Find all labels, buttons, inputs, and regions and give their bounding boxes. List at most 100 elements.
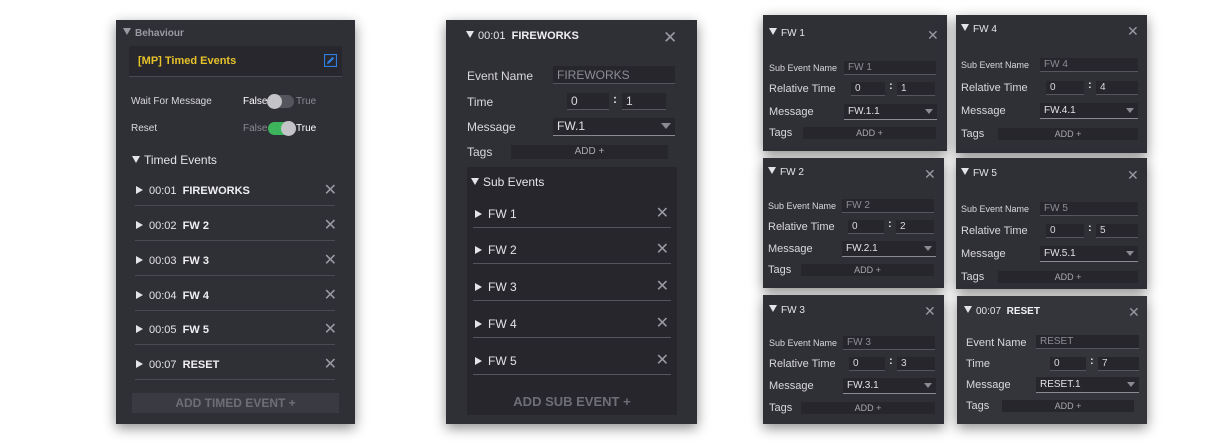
- edit-icon[interactable]: [323, 53, 338, 68]
- minutes-field[interactable]: 0: [1050, 357, 1086, 371]
- remove-icon[interactable]: ✕: [324, 253, 337, 269]
- remove-icon[interactable]: ✕: [656, 279, 669, 295]
- minutes-field[interactable]: 0: [851, 82, 885, 96]
- row-divider: [135, 205, 335, 206]
- remove-icon[interactable]: ✕: [656, 353, 669, 369]
- remove-icon[interactable]: ✕: [656, 206, 669, 222]
- add-timed-event-button[interactable]: ADD TIMED EVENT +: [132, 393, 339, 413]
- add-tag-button[interactable]: ADD +: [803, 127, 936, 139]
- seconds-field[interactable]: 4: [1096, 81, 1138, 95]
- remove-icon[interactable]: ✕: [324, 183, 337, 199]
- fireworks-panel: 00:01 FIREWORKS ✕ Event Name FIREWORKS T…: [446, 20, 697, 424]
- remove-icon[interactable]: ✕: [324, 357, 337, 373]
- expand-arrow-icon: [136, 325, 143, 333]
- close-icon[interactable]: ✕: [1127, 167, 1139, 183]
- panel-header[interactable]: FW 4: [961, 24, 997, 35]
- timed-event-row[interactable]: 00:04 FW 4 ✕: [129, 285, 342, 309]
- close-icon[interactable]: ✕: [924, 166, 936, 182]
- reset-toggle-knob: [281, 121, 296, 136]
- close-icon[interactable]: ✕: [1128, 304, 1140, 320]
- sub-event-name-label: Sub Event Name: [961, 60, 1030, 70]
- add-sub-event-button[interactable]: ADD SUB EVENT +: [477, 393, 667, 411]
- add-tag-button[interactable]: ADD +: [1002, 400, 1134, 412]
- sub-event-name-field[interactable]: FW 4: [1040, 58, 1138, 72]
- timed-event-row[interactable]: 00:01 FIREWORKS ✕: [129, 180, 342, 204]
- seconds-field[interactable]: 7: [1098, 357, 1139, 371]
- message-dropdown[interactable]: FW.1: [553, 118, 675, 136]
- event-name-field[interactable]: RESET: [1036, 335, 1139, 349]
- remove-icon[interactable]: ✕: [324, 322, 337, 338]
- event-name: FW 2: [182, 220, 209, 232]
- message-dropdown[interactable]: RESET.1: [1036, 377, 1139, 393]
- sub-event-row[interactable]: FW 2 ✕: [473, 241, 671, 261]
- remove-icon[interactable]: ✕: [324, 288, 337, 304]
- remove-icon[interactable]: ✕: [656, 316, 669, 332]
- reset-event-panel: 00:07 RESET ✕ Event Name RESET Time 0 : …: [957, 296, 1147, 424]
- message-dropdown[interactable]: FW.2.1: [842, 241, 936, 257]
- sub-event-name-field[interactable]: FW 5: [1040, 202, 1138, 216]
- panel-header[interactable]: FW 3: [769, 305, 805, 316]
- remove-icon[interactable]: ✕: [656, 242, 669, 258]
- sub-event-name-field[interactable]: FW 1: [844, 61, 936, 75]
- seconds-field[interactable]: 2: [896, 220, 934, 234]
- message-label: Message: [961, 248, 1006, 260]
- event-time: 00:04: [149, 290, 177, 302]
- sub-event-row[interactable]: FW 3 ✕: [473, 278, 671, 298]
- row-divider: [135, 310, 335, 311]
- sub-event-name-field[interactable]: FW 3: [843, 336, 935, 350]
- timed-event-label: 00:07 RESET: [136, 359, 219, 371]
- add-tag-button[interactable]: ADD +: [801, 264, 934, 276]
- sub-events-header[interactable]: Sub Events: [471, 175, 544, 189]
- panel-header[interactable]: FW 2: [768, 167, 804, 178]
- seconds-field[interactable]: 1: [897, 82, 935, 96]
- close-icon[interactable]: ✕: [927, 27, 939, 43]
- sub-event-name-label: Sub Event Name: [768, 201, 837, 211]
- sub-event-label: FW 3: [475, 280, 517, 294]
- row-divider: [473, 374, 671, 375]
- reset-true-label: True: [296, 123, 317, 134]
- timed-event-row[interactable]: 00:05 FW 5 ✕: [129, 319, 342, 343]
- reset-false-label: False: [243, 123, 268, 134]
- minutes-field[interactable]: 0: [849, 357, 885, 371]
- message-dropdown[interactable]: FW.5.1: [1040, 246, 1138, 262]
- behaviour-header[interactable]: Behaviour: [123, 28, 184, 39]
- remove-icon[interactable]: ✕: [324, 218, 337, 234]
- event-name-field[interactable]: FIREWORKS: [553, 66, 675, 84]
- message-dropdown[interactable]: FW.1.1: [844, 104, 937, 120]
- panel-header[interactable]: FW 1: [769, 28, 805, 39]
- minutes-field[interactable]: 0: [848, 220, 884, 234]
- timed-event-row[interactable]: 00:03 FW 3 ✕: [129, 250, 342, 274]
- time-minutes-field[interactable]: 0: [567, 93, 609, 110]
- seconds-field[interactable]: 5: [1096, 224, 1138, 238]
- sub-event-row[interactable]: FW 4 ✕: [473, 315, 671, 335]
- close-icon[interactable]: ✕: [663, 29, 677, 46]
- time-seconds-field[interactable]: 1: [622, 93, 666, 110]
- timed-event-row[interactable]: 00:02 FW 2 ✕: [129, 215, 342, 239]
- fireworks-header[interactable]: 00:01 FIREWORKS: [466, 30, 579, 42]
- seconds-field[interactable]: 3: [897, 357, 935, 371]
- message-dropdown[interactable]: FW.3.1: [843, 378, 936, 394]
- panel-header[interactable]: 00:07 RESET: [964, 306, 1040, 317]
- sub-event-panel-fw3: FW 3 ✕ Sub Event Name FW 3 Relative Time…: [763, 295, 944, 424]
- add-tag-button[interactable]: ADD +: [511, 145, 668, 159]
- sub-event-row[interactable]: FW 1 ✕: [473, 205, 671, 225]
- message-dropdown[interactable]: FW.4.1: [1040, 103, 1138, 119]
- timed-event-row[interactable]: 00:07 RESET ✕: [129, 354, 342, 378]
- panel-title: FW 5: [973, 168, 997, 179]
- sub-event-row[interactable]: FW 5 ✕: [473, 352, 671, 372]
- sub-event-panel-fw1: FW 1 ✕ Sub Event Name FW 1 Relative Time…: [763, 15, 947, 151]
- close-icon[interactable]: ✕: [1127, 23, 1139, 39]
- time-label: Time: [966, 358, 991, 370]
- sub-event-name-field[interactable]: FW 2: [842, 199, 934, 213]
- close-icon[interactable]: ✕: [924, 303, 936, 319]
- panel-title: FW 2: [780, 167, 804, 178]
- add-tag-button[interactable]: ADD +: [998, 128, 1138, 140]
- add-tag-button[interactable]: ADD +: [801, 402, 935, 414]
- timed-events-header[interactable]: Timed Events: [132, 153, 217, 167]
- panel-header[interactable]: FW 5: [961, 168, 997, 179]
- wait-true-label: True: [296, 96, 317, 107]
- dropdown-arrow-icon: [924, 383, 932, 388]
- minutes-field[interactable]: 0: [1046, 224, 1084, 238]
- add-tag-button[interactable]: ADD +: [998, 271, 1138, 283]
- minutes-field[interactable]: 0: [1046, 81, 1084, 95]
